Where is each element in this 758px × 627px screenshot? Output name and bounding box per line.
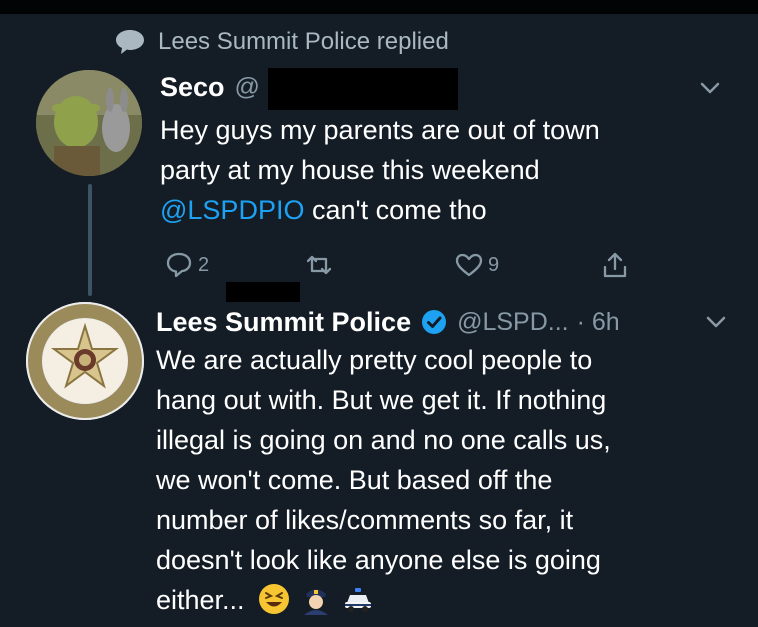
redaction-bar <box>226 282 300 302</box>
mention-link[interactable]: @LSPDPIO <box>160 195 304 225</box>
reply-context-label: Lees Summit Police replied <box>158 28 449 55</box>
tweet-text-tail: can't come tho <box>304 195 487 225</box>
reply-count: 2 <box>198 253 210 276</box>
reply-context: Lees Summit Police replied <box>114 26 449 58</box>
display-name[interactable]: Seco <box>160 72 225 103</box>
police-car-emoji-icon <box>345 588 371 612</box>
tweet-text-line: Hey guys my parents are out of town <box>160 115 600 145</box>
heart-icon <box>455 253 483 277</box>
share-button[interactable] <box>600 248 630 282</box>
thread-line <box>88 184 92 296</box>
police-officer-emoji-icon <box>304 589 328 615</box>
chevron-down-icon[interactable] <box>705 314 727 330</box>
share-icon <box>603 252 627 278</box>
grinning-squint-emoji-icon <box>259 584 289 614</box>
police-badge-logo <box>26 302 144 420</box>
reply-button[interactable]: 2 <box>164 248 209 282</box>
handle[interactable]: @ <box>235 73 260 102</box>
shrek-avatar-image <box>36 70 142 176</box>
tweet-text-line: party at my house this weekend <box>160 155 540 185</box>
reply-icon <box>166 252 192 278</box>
top-bar <box>0 0 758 14</box>
chevron-down-icon[interactable] <box>699 80 721 96</box>
timestamp[interactable]: · 6h <box>577 308 620 337</box>
tweet-text: We are actually pretty cool people to ha… <box>156 345 611 615</box>
like-count: 9 <box>488 253 500 276</box>
handle[interactable]: @LSPD... <box>457 308 569 337</box>
tweet-text: Hey guys my parents are out of town part… <box>160 110 600 230</box>
tweet-header: Lees Summit Police @LSPD... · 6h <box>156 304 620 340</box>
avatar[interactable] <box>26 302 144 420</box>
avatar[interactable] <box>36 70 142 176</box>
retweet-icon <box>306 255 332 275</box>
tweet-actions: 2 9 <box>164 248 664 282</box>
emoji-row <box>258 582 384 616</box>
verified-badge-icon <box>422 310 447 334</box>
display-name[interactable]: Lees Summit Police <box>156 307 411 338</box>
retweet-button[interactable] <box>304 248 334 282</box>
like-button[interactable]: 9 <box>454 248 499 282</box>
redaction-bar <box>268 68 458 110</box>
speech-bubble-icon <box>116 30 144 54</box>
tweet-header: Seco @ <box>160 70 260 104</box>
